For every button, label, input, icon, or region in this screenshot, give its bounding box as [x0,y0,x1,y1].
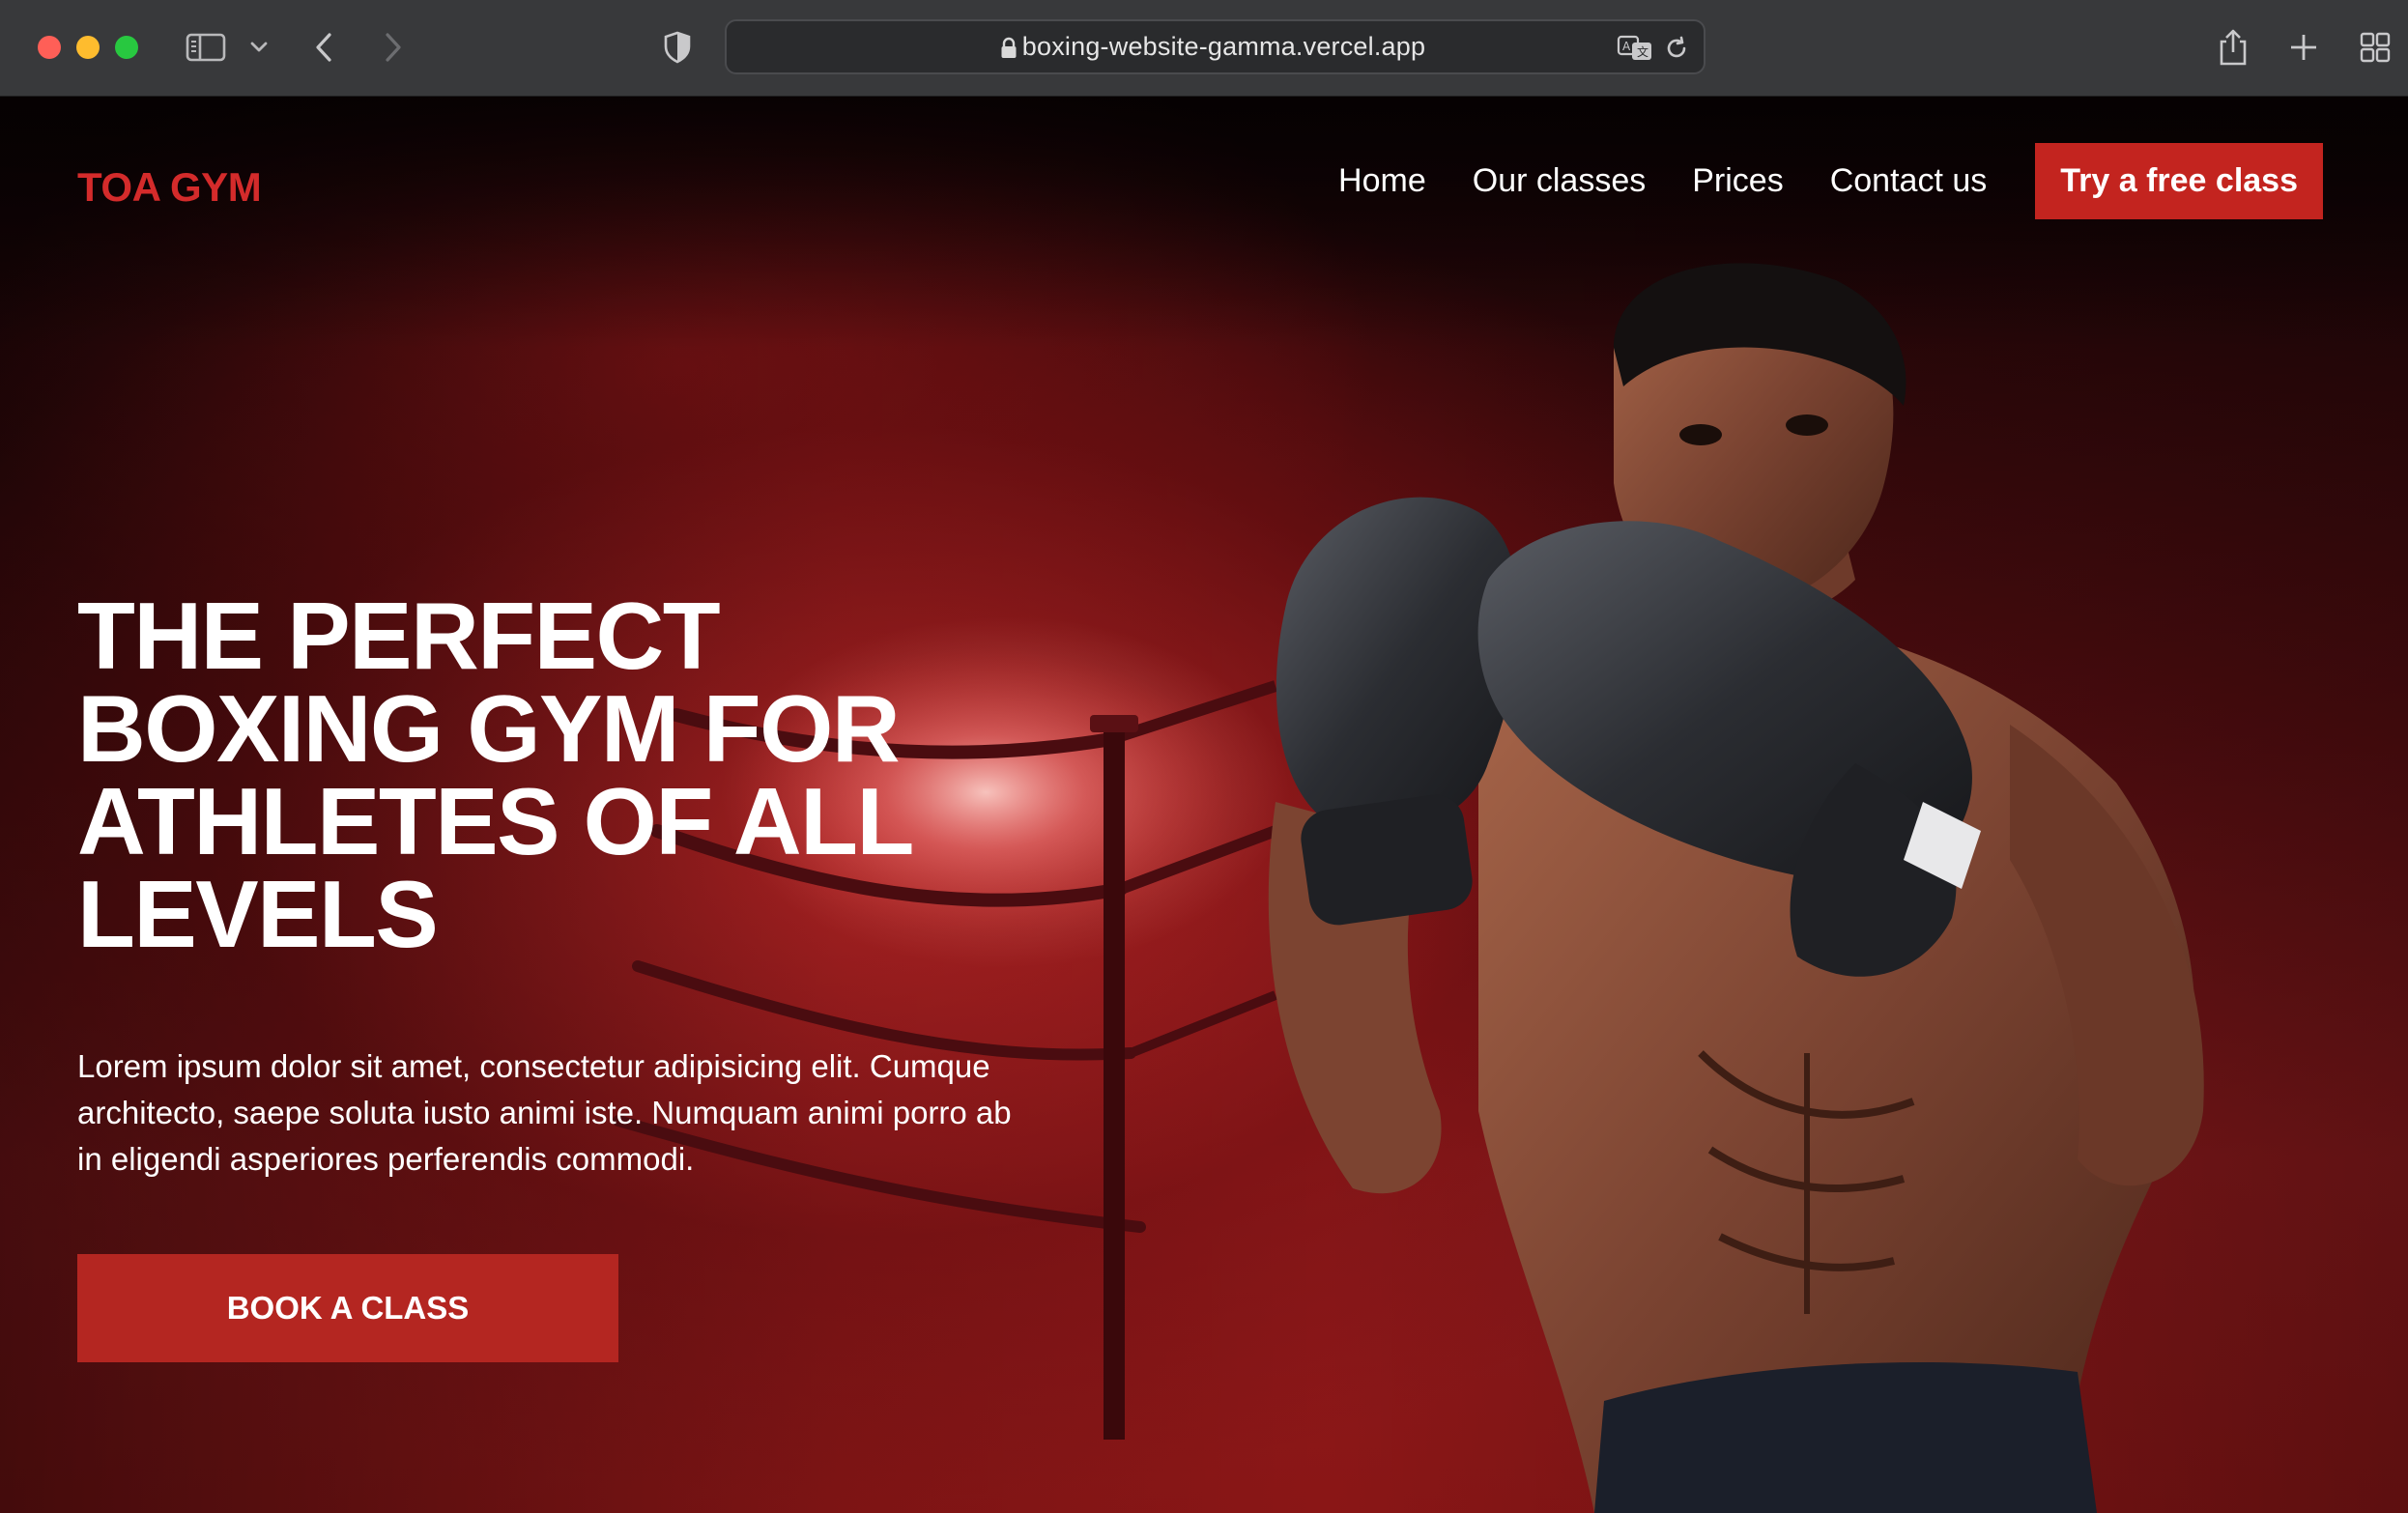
hero-title: THE PERFECT BOXING GYM FOR ATHLETES OF A… [77,583,913,967]
tab-overview-button[interactable] [2359,25,2392,70]
nav-link-home[interactable]: Home [1338,162,1426,200]
plus-icon [2288,32,2319,63]
sidebar-toggle-button[interactable] [186,25,226,70]
try-free-class-button[interactable]: Try a free class [2035,143,2323,219]
new-tab-button[interactable] [2288,25,2319,70]
site-logo[interactable]: TOA GYM [77,164,262,211]
close-window-button[interactable] [38,36,61,59]
address-bar[interactable]: boxing-website-gamma.vercel.app A文 [725,19,1706,74]
svg-text:A: A [1622,40,1631,53]
share-button[interactable] [2217,25,2250,70]
nav-link-contact-us[interactable]: Contact us [1830,162,1988,200]
zoom-window-button[interactable] [115,36,138,59]
tab-overview-icon [2359,31,2392,64]
boxer-image [1268,263,2204,1513]
forward-button[interactable] [381,25,406,70]
svg-text:文: 文 [1637,44,1648,59]
privacy-report-button[interactable] [663,25,692,70]
nav-link-prices[interactable]: Prices [1692,162,1783,200]
share-icon [2217,28,2250,67]
minimize-window-button[interactable] [76,36,100,59]
nav-link-our-classes[interactable]: Our classes [1473,162,1647,200]
hero-description: Lorem ipsum dolor sit amet, consectetur … [77,1048,1012,1177]
lock-icon [1000,37,1018,65]
sidebar-menu-button[interactable] [249,25,269,70]
reload-icon[interactable] [1663,35,1690,67]
hero-section: TOA GYM Home Our classes Prices Contact … [0,97,2408,1513]
browser-toolbar: boxing-website-gamma.vercel.app A文 [0,0,2408,97]
main-nav: Home Our classes Prices Contact us Try a… [1338,143,2323,219]
chevron-down-icon [249,41,269,54]
back-button[interactable] [311,25,336,70]
book-a-class-button[interactable]: BOOK A CLASS [77,1254,618,1362]
sidebar-icon [186,32,226,63]
hero-content: THE PERFECT BOXING GYM FOR ATHLETES OF A… [77,583,1044,1183]
translate-icon[interactable]: A文 [1617,34,1653,68]
url-text: boxing-website-gamma.vercel.app [1021,32,1426,61]
back-icon [311,30,336,65]
shield-icon [663,31,692,64]
forward-icon [381,30,406,65]
